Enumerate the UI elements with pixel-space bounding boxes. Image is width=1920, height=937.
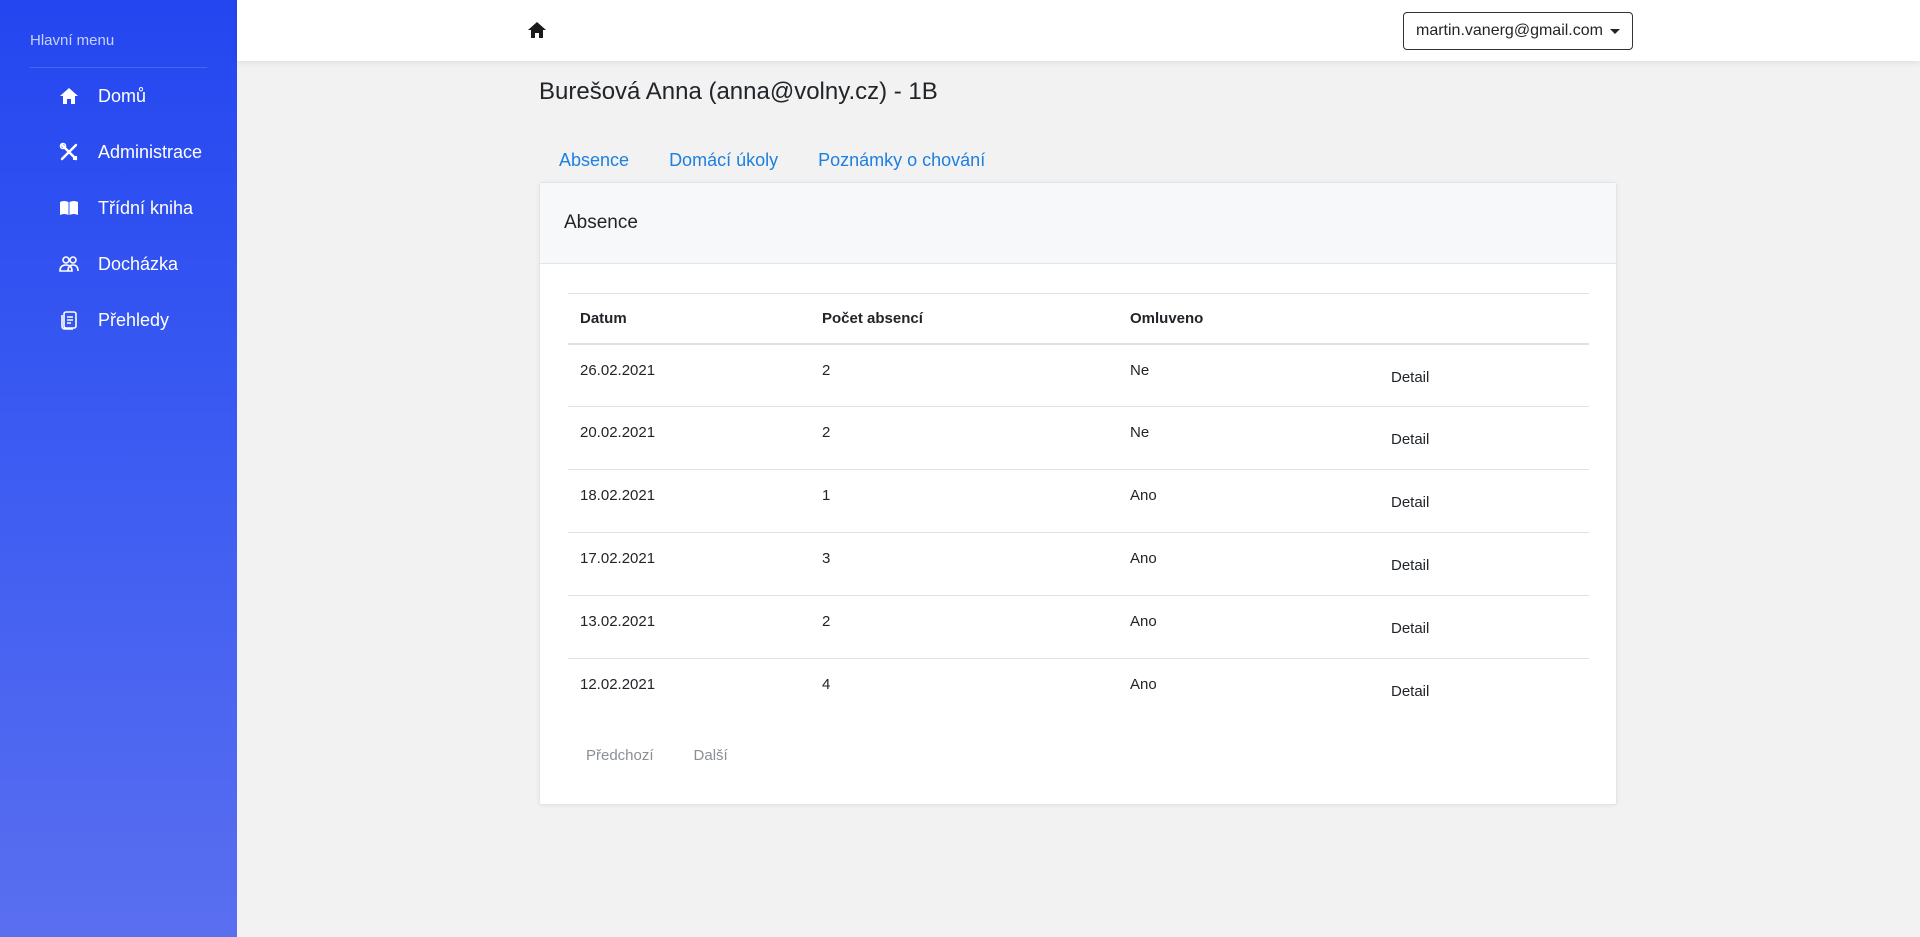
sidebar-heading: Hlavní menu — [30, 32, 115, 49]
column-header-excused: Omluveno — [1118, 293, 1379, 345]
detail-link[interactable]: Detail — [1391, 369, 1429, 386]
book-icon — [58, 197, 80, 219]
users-icon — [58, 253, 80, 275]
cell-count: 2 — [822, 424, 831, 441]
tools-icon — [58, 141, 80, 163]
cell-excused: Ano — [1130, 487, 1157, 504]
table-row: 26.02.2021 2 Ne Detail — [568, 344, 1589, 407]
column-header-count: Počet absencí — [810, 293, 1118, 345]
cell-date: 12.02.2021 — [580, 676, 656, 693]
detail-link[interactable]: Detail — [1391, 683, 1429, 700]
tab-domaci-ukoly[interactable]: Domácí úkoly — [649, 146, 798, 175]
detail-link[interactable]: Detail — [1391, 494, 1429, 511]
pagination: Předchozí Další — [586, 747, 768, 764]
absence-card: Absence Datum Počet absencí Omluveno 26.… — [539, 182, 1617, 805]
cell-excused: Ano — [1130, 613, 1157, 630]
top-navbar: martin.vanerg@gmail.com — [237, 0, 1920, 61]
sidebar-item-dochazka[interactable]: Docházka — [58, 246, 233, 282]
notes-icon — [58, 309, 80, 331]
cell-excused: Ano — [1130, 676, 1157, 693]
previous-page-button[interactable]: Předchozí — [586, 747, 654, 764]
sidebar-item-domu[interactable]: Domů — [58, 78, 233, 114]
sidebar: Hlavní menu Domů Administrace Třídní kni… — [0, 0, 237, 937]
sidebar-item-label: Třídní kniha — [98, 197, 194, 218]
sidebar-divider — [30, 67, 207, 68]
home-icon[interactable] — [527, 20, 549, 42]
page-title: Burešová Anna (anna@volny.cz) - 1B — [539, 78, 938, 105]
sidebar-item-label: Přehledy — [98, 309, 170, 330]
cell-count: 1 — [822, 487, 831, 504]
next-page-button[interactable]: Další — [694, 747, 728, 764]
sidebar-item-label: Administrace — [98, 141, 203, 162]
caret-down-icon — [1610, 29, 1620, 34]
user-email: martin.vanerg@gmail.com — [1416, 22, 1603, 39]
sidebar-item-prehledy[interactable]: Přehledy — [58, 302, 233, 338]
detail-link[interactable]: Detail — [1391, 557, 1429, 574]
cell-count: 3 — [822, 550, 831, 567]
cell-count: 2 — [822, 613, 831, 630]
detail-link[interactable]: Detail — [1391, 431, 1429, 448]
table-header-row: Datum Počet absencí Omluveno — [568, 293, 1589, 345]
table-row: 17.02.2021 3 Ano Detail — [568, 533, 1589, 596]
card-title: Absence — [540, 183, 1616, 264]
cell-date: 20.02.2021 — [580, 424, 656, 441]
home-icon — [58, 85, 80, 107]
cell-date: 13.02.2021 — [580, 613, 656, 630]
sidebar-item-label: Domů — [98, 85, 147, 106]
tab-poznamky-o-chovani[interactable]: Poznámky o chování — [798, 146, 1005, 175]
cell-count: 4 — [822, 676, 831, 693]
table-row: 20.02.2021 2 Ne Detail — [568, 407, 1589, 470]
cell-date: 17.02.2021 — [580, 550, 656, 567]
tab-bar: Absence Domácí úkoly Poznámky o chování — [539, 146, 1005, 175]
table-row: 12.02.2021 4 Ano Detail — [568, 659, 1589, 722]
sidebar-item-tridni-kniha[interactable]: Třídní kniha — [58, 190, 233, 226]
cell-excused: Ne — [1130, 361, 1150, 379]
table-row: 18.02.2021 1 Ano Detail — [568, 470, 1589, 533]
tab-absence[interactable]: Absence — [539, 146, 649, 175]
user-menu-dropdown[interactable]: martin.vanerg@gmail.com — [1403, 12, 1633, 50]
sidebar-item-administrace[interactable]: Administrace — [58, 134, 233, 170]
sidebar-item-label: Docházka — [98, 253, 179, 274]
cell-count: 2 — [822, 361, 831, 379]
column-header-date: Datum — [568, 293, 810, 345]
table-row: 13.02.2021 2 Ano Detail — [568, 596, 1589, 659]
detail-link[interactable]: Detail — [1391, 620, 1429, 637]
cell-date: 18.02.2021 — [580, 487, 656, 504]
column-header-actions — [1379, 293, 1589, 345]
absence-table: Datum Počet absencí Omluveno 26.02.2021 … — [568, 293, 1589, 722]
cell-date: 26.02.2021 — [580, 361, 656, 379]
cell-excused: Ano — [1130, 550, 1157, 567]
cell-excused: Ne — [1130, 424, 1150, 441]
